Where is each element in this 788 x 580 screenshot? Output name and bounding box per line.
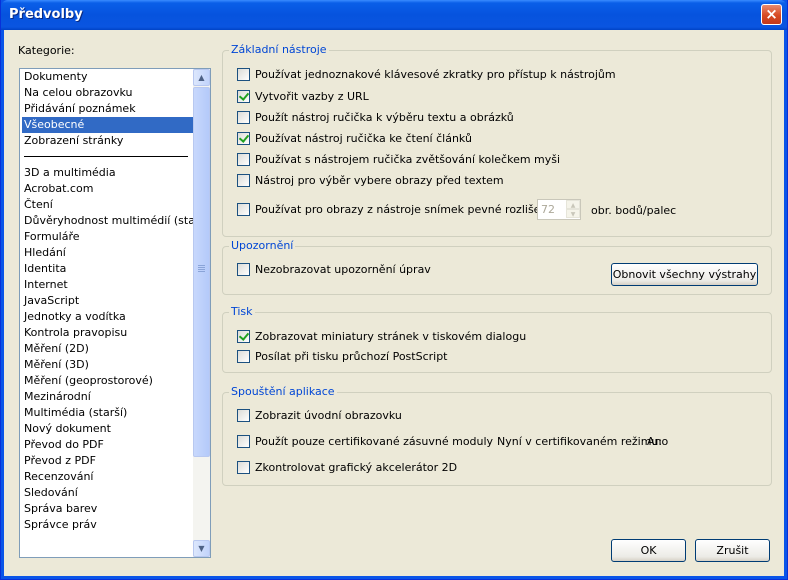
window-title: Předvolby bbox=[9, 7, 83, 22]
checkbox[interactable] bbox=[237, 350, 250, 363]
warnings-title: Upozornění bbox=[229, 239, 296, 253]
category-item[interactable]: Recenzování bbox=[22, 469, 195, 485]
category-item[interactable]: Formuláře bbox=[22, 229, 195, 245]
checkbox-checked[interactable] bbox=[237, 90, 250, 103]
checkbox[interactable] bbox=[237, 409, 250, 422]
category-item[interactable]: Multimédia (starší) bbox=[22, 405, 195, 421]
category-item[interactable]: Sledování bbox=[22, 485, 195, 501]
category-scrollbar[interactable]: ▲ ▼ bbox=[193, 69, 210, 557]
reset-warnings-button[interactable]: Obnovit všechny výstrahy bbox=[611, 263, 758, 286]
category-item[interactable]: Hledání bbox=[22, 245, 195, 261]
checkbox[interactable] bbox=[237, 111, 250, 124]
category-item[interactable]: Dokumenty bbox=[22, 69, 195, 85]
resolution-spinner[interactable]: 72 ▲ ▼ bbox=[537, 199, 581, 220]
category-item[interactable]: Mezinárodní bbox=[22, 389, 195, 405]
basic-tools-group: Základní nástroje Používat jednoznakové … bbox=[222, 43, 772, 237]
categories-list[interactable]: Dokumenty Na celou obrazovku Přidávání p… bbox=[19, 68, 211, 558]
category-item[interactable]: Jednotky a vodítka bbox=[22, 309, 195, 325]
category-item[interactable]: JavaScript bbox=[22, 293, 195, 309]
grip-icon bbox=[198, 265, 205, 266]
title-bar[interactable]: Předvolby × bbox=[1, 0, 787, 30]
checkbox[interactable] bbox=[237, 263, 250, 276]
warnings-group: Upozornění Nezobrazovat upozornění úprav… bbox=[222, 239, 772, 295]
category-separator bbox=[24, 156, 188, 157]
category-item-selected[interactable]: Všeobecné bbox=[22, 117, 195, 133]
basic-tools-title: Základní nástroje bbox=[229, 43, 329, 57]
ok-button[interactable]: OK bbox=[611, 539, 686, 562]
print-title: Tisk bbox=[229, 305, 255, 319]
category-item[interactable]: Správa barev bbox=[22, 501, 195, 517]
cert-mode-label: Nyní v certifikovaném režimu: bbox=[497, 435, 663, 448]
print-group: Tisk Zobrazovat miniatury stránek v tisk… bbox=[222, 305, 772, 373]
checkbox[interactable] bbox=[237, 68, 250, 81]
category-item[interactable]: Měření (geoprostorové) bbox=[22, 373, 195, 389]
scroll-up-icon[interactable]: ▲ bbox=[193, 69, 210, 86]
checkbox[interactable] bbox=[237, 435, 250, 448]
category-item[interactable]: Převod do PDF bbox=[22, 437, 195, 453]
checkbox[interactable] bbox=[237, 203, 250, 216]
category-item[interactable]: Čtení bbox=[22, 197, 195, 213]
close-icon[interactable]: × bbox=[761, 4, 782, 25]
preferences-dialog: Předvolby × Kategorie: Dokumenty Na celo… bbox=[0, 0, 788, 580]
checkbox-checked[interactable] bbox=[237, 132, 250, 145]
category-item[interactable]: Převod z PDF bbox=[22, 453, 195, 469]
category-item[interactable]: 3D a multimédia bbox=[22, 165, 195, 181]
category-item[interactable]: Na celou obrazovku bbox=[22, 85, 195, 101]
checkbox[interactable] bbox=[237, 174, 250, 187]
cancel-button[interactable]: Zrušit bbox=[695, 539, 770, 562]
startup-group: Spouštění aplikace Zobrazit úvodní obraz… bbox=[222, 385, 772, 486]
startup-title: Spouštění aplikace bbox=[229, 385, 337, 399]
category-item[interactable]: Přidávání poznámek bbox=[22, 101, 195, 117]
cert-mode-value: Ano bbox=[647, 435, 669, 448]
scroll-thumb[interactable] bbox=[193, 87, 210, 457]
category-item[interactable]: Kontrola pravopisu bbox=[22, 325, 195, 341]
category-item[interactable]: Identita bbox=[22, 261, 195, 277]
resolution-unit: obr. bodů/palec bbox=[591, 204, 677, 217]
dialog-body: Kategorie: Dokumenty Na celou obrazovku … bbox=[4, 30, 784, 576]
category-item[interactable]: Správce práv bbox=[22, 517, 195, 533]
spin-down-icon[interactable]: ▼ bbox=[566, 209, 580, 218]
resolution-value: 72 bbox=[541, 203, 555, 216]
category-item[interactable]: Internet bbox=[22, 277, 195, 293]
category-item[interactable]: Acrobat.com bbox=[22, 181, 195, 197]
category-item[interactable]: Důvěryhodnost multimédií (starší) bbox=[22, 213, 210, 229]
checkbox[interactable] bbox=[237, 461, 250, 474]
category-item[interactable]: Měření (3D) bbox=[22, 357, 195, 373]
scroll-down-icon[interactable]: ▼ bbox=[193, 540, 210, 557]
spin-up-icon[interactable]: ▲ bbox=[566, 200, 580, 209]
categories-label: Kategorie: bbox=[18, 44, 75, 57]
category-item[interactable]: Měření (2D) bbox=[22, 341, 195, 357]
checkbox[interactable] bbox=[237, 153, 250, 166]
category-item[interactable]: Nový dokument bbox=[22, 421, 195, 437]
category-item[interactable]: Zobrazení stránky bbox=[22, 133, 195, 149]
checkbox-checked[interactable] bbox=[237, 330, 250, 343]
